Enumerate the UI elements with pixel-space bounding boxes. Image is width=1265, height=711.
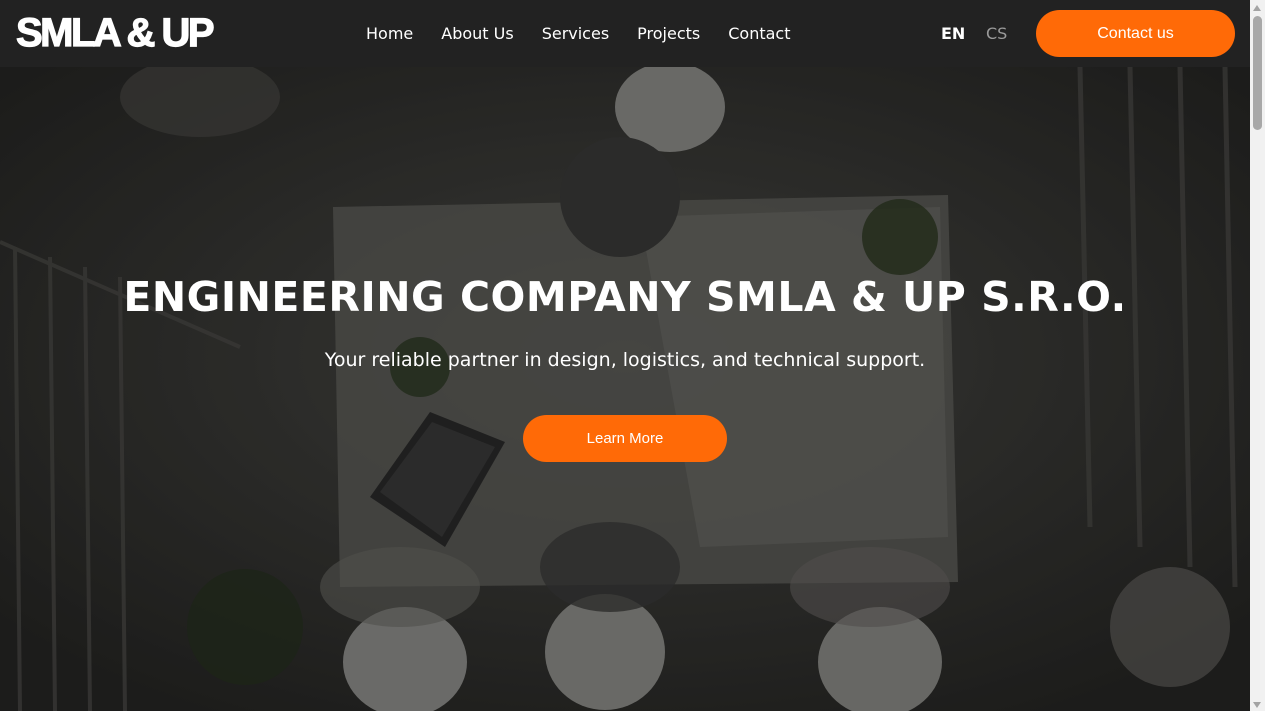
page: SMLA & UP Home About Us Services Project…: [0, 0, 1265, 711]
contact-us-button[interactable]: Contact us: [1036, 10, 1235, 57]
nav-projects-link[interactable]: Projects: [623, 24, 714, 43]
hero-title: ENGINEERING COMPANY SMLA & UP S.R.O.: [123, 273, 1127, 321]
logo[interactable]: SMLA & UP: [15, 10, 215, 56]
site-header: SMLA & UP Home About Us Services Project…: [0, 0, 1250, 67]
learn-more-button[interactable]: Learn More: [523, 415, 727, 462]
language-en-toggle[interactable]: EN: [941, 0, 965, 67]
scroll-up-arrow-icon[interactable]: [1253, 5, 1261, 11]
nav-services-link[interactable]: Services: [528, 24, 623, 43]
scroll-down-arrow-icon[interactable]: [1253, 702, 1261, 708]
hero-section: ENGINEERING COMPANY SMLA & UP S.R.O. You…: [0, 67, 1250, 711]
nav-about-link[interactable]: About Us: [427, 24, 527, 43]
page-scrollbar[interactable]: [1250, 0, 1265, 711]
hero-subtitle: Your reliable partner in design, logisti…: [324, 349, 926, 371]
nav-home-link[interactable]: Home: [352, 24, 427, 43]
hero-overlay: [0, 67, 1250, 711]
language-cs-toggle[interactable]: CS: [986, 0, 1007, 67]
scrollbar-thumb[interactable]: [1253, 16, 1262, 130]
main-nav: Home About Us Services Projects Contact: [352, 0, 804, 67]
nav-contact-link[interactable]: Contact: [714, 24, 804, 43]
